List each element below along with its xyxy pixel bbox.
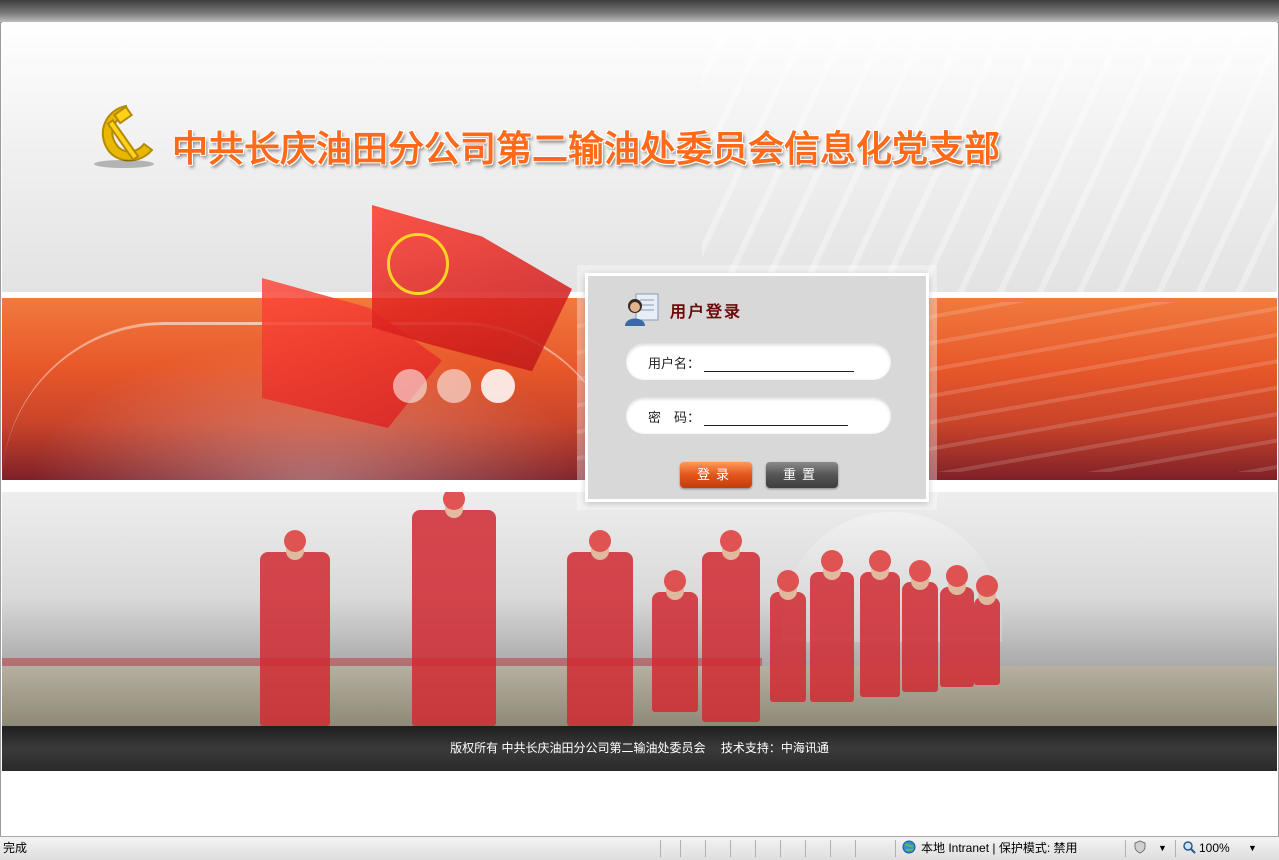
magnifier-icon[interactable] xyxy=(1183,837,1196,860)
worker-figure xyxy=(412,492,496,726)
shield-icon[interactable] xyxy=(1133,837,1147,860)
footer: 版权所有 中共长庆油田分公司第二输油处委员会 技术支持：中海讯通 xyxy=(2,726,1277,771)
worker-figure xyxy=(902,560,938,692)
divider xyxy=(780,840,781,857)
divider xyxy=(730,840,731,857)
worker-figure xyxy=(860,550,900,697)
divider xyxy=(660,840,661,857)
username-label: 用户名： xyxy=(648,356,701,371)
divider xyxy=(855,840,856,857)
browser-status-bar: 完成 本地 Intranet | 保护模式: 禁用 ▼ 100% ▼ xyxy=(0,836,1279,860)
username-field: 用户名： xyxy=(626,343,891,379)
worker-figure xyxy=(810,550,854,702)
status-text: 完成 xyxy=(3,841,28,855)
globe-icon xyxy=(902,837,916,860)
site-title: 中共长庆油田分公司第二输油处委员会信息化党支部 xyxy=(172,129,1001,170)
worker-figure xyxy=(567,530,633,726)
security-zone-text[interactable]: 本地 Intranet | 保护模式: 禁用 xyxy=(921,837,1077,860)
zoom-level[interactable]: 100% xyxy=(1199,837,1230,860)
user-card-icon xyxy=(625,293,659,326)
support-text: 技术支持：中海讯通 xyxy=(720,741,829,755)
divider xyxy=(805,840,806,857)
password-label: 密 码： xyxy=(648,410,701,425)
username-input[interactable] xyxy=(704,351,854,372)
login-panel: 用户登录 用户名： 密 码： 登录 重置 xyxy=(585,273,929,502)
worker-figure xyxy=(702,530,760,722)
divider xyxy=(830,840,831,857)
hammer-sickle-icon xyxy=(94,104,154,168)
divider xyxy=(755,840,756,857)
password-input[interactable] xyxy=(704,405,848,426)
workers-photo xyxy=(2,492,1277,726)
chevron-down-icon[interactable]: ▼ xyxy=(1248,837,1257,860)
worker-figure xyxy=(940,565,974,687)
worker-figure xyxy=(652,570,698,712)
decor-dot xyxy=(393,369,427,403)
decor-dot xyxy=(437,369,471,403)
decor-dot xyxy=(481,369,515,403)
reset-button[interactable]: 重置 xyxy=(766,462,838,488)
divider xyxy=(1175,840,1176,857)
chevron-down-icon[interactable]: ▼ xyxy=(1158,837,1167,860)
road xyxy=(2,666,1277,726)
window-top-bar xyxy=(0,0,1279,23)
copyright-text: 版权所有 中共长庆油田分公司第二输油处委员会 xyxy=(450,741,706,755)
divider xyxy=(705,840,706,857)
login-button[interactable]: 登录 xyxy=(680,462,752,488)
password-field: 密 码： xyxy=(626,397,891,433)
flag-emblem-icon xyxy=(387,233,449,295)
worker-figure xyxy=(974,575,1000,685)
divider xyxy=(1125,840,1126,857)
page-frame-left xyxy=(0,22,1,836)
divider xyxy=(895,840,896,857)
worker-figure xyxy=(770,570,806,702)
worker-figure xyxy=(260,530,330,726)
divider xyxy=(680,840,681,857)
login-title: 用户登录 xyxy=(670,304,743,321)
